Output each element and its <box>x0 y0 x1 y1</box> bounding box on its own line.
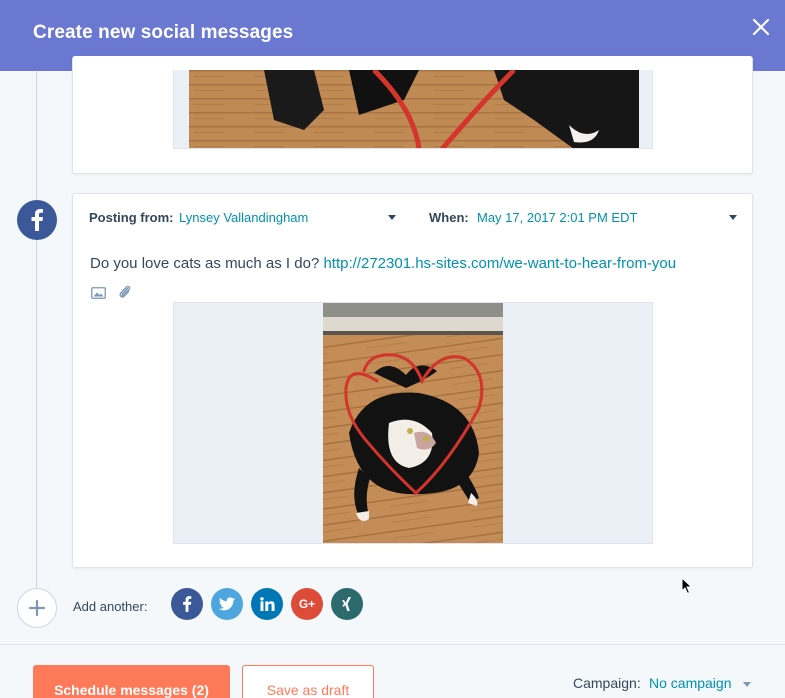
close-icon[interactable] <box>750 16 772 38</box>
linkedin-icon <box>259 597 275 611</box>
campaign-select[interactable]: No campaign <box>649 675 732 691</box>
message-link[interactable]: http://272301.hs-sites.com/we-want-to-he… <box>323 255 676 272</box>
mouse-cursor-icon <box>681 576 693 600</box>
google-plus-icon: G+ <box>298 597 316 611</box>
previous-post-image <box>173 70 653 149</box>
add-linkedin-button[interactable] <box>251 588 283 620</box>
timeline-line <box>36 71 37 591</box>
previous-post-card <box>72 56 753 174</box>
save-as-draft-button[interactable]: Save as draft <box>242 665 374 698</box>
post-image-preview <box>173 302 653 544</box>
add-google-plus-button[interactable]: G+ <box>291 588 323 620</box>
paperclip-icon[interactable] <box>118 284 131 305</box>
message-body: Do you love cats as much as I do? <box>90 255 320 272</box>
add-another-label: Add another: <box>73 599 148 614</box>
facebook-icon <box>183 596 192 612</box>
social-post-card: Posting from: Lynsey Vallandingham When:… <box>72 193 753 568</box>
posting-from-caret-icon[interactable] <box>388 215 396 220</box>
add-post-button[interactable] <box>17 588 57 628</box>
schedule-messages-button[interactable]: Schedule messages (2) <box>33 665 230 698</box>
when-caret-icon[interactable] <box>729 215 737 220</box>
cat-photo-cropped <box>189 70 639 148</box>
posting-from-account[interactable]: Lynsey Vallandingham <box>179 210 308 225</box>
when-datetime[interactable]: May 17, 2017 2:01 PM EDT <box>477 210 637 225</box>
add-xing-button[interactable] <box>331 588 363 620</box>
posting-from-label: Posting from: <box>89 210 174 225</box>
footer-divider <box>0 644 785 645</box>
add-twitter-button[interactable] <box>211 588 243 620</box>
facebook-icon <box>31 209 43 231</box>
plus-icon <box>28 599 46 617</box>
campaign-label: Campaign: <box>573 675 641 691</box>
cat-photo <box>323 303 503 543</box>
message-text[interactable]: Do you love cats as much as I do? http:/… <box>90 255 676 272</box>
image-icon[interactable] <box>91 286 106 304</box>
twitter-icon <box>219 597 235 611</box>
xing-icon <box>342 597 351 611</box>
when-label: When: <box>429 210 469 225</box>
campaign-caret-icon[interactable] <box>743 682 751 687</box>
facebook-network-icon <box>17 200 57 240</box>
add-facebook-button[interactable] <box>171 588 203 620</box>
modal-title: Create new social messages <box>33 22 294 43</box>
